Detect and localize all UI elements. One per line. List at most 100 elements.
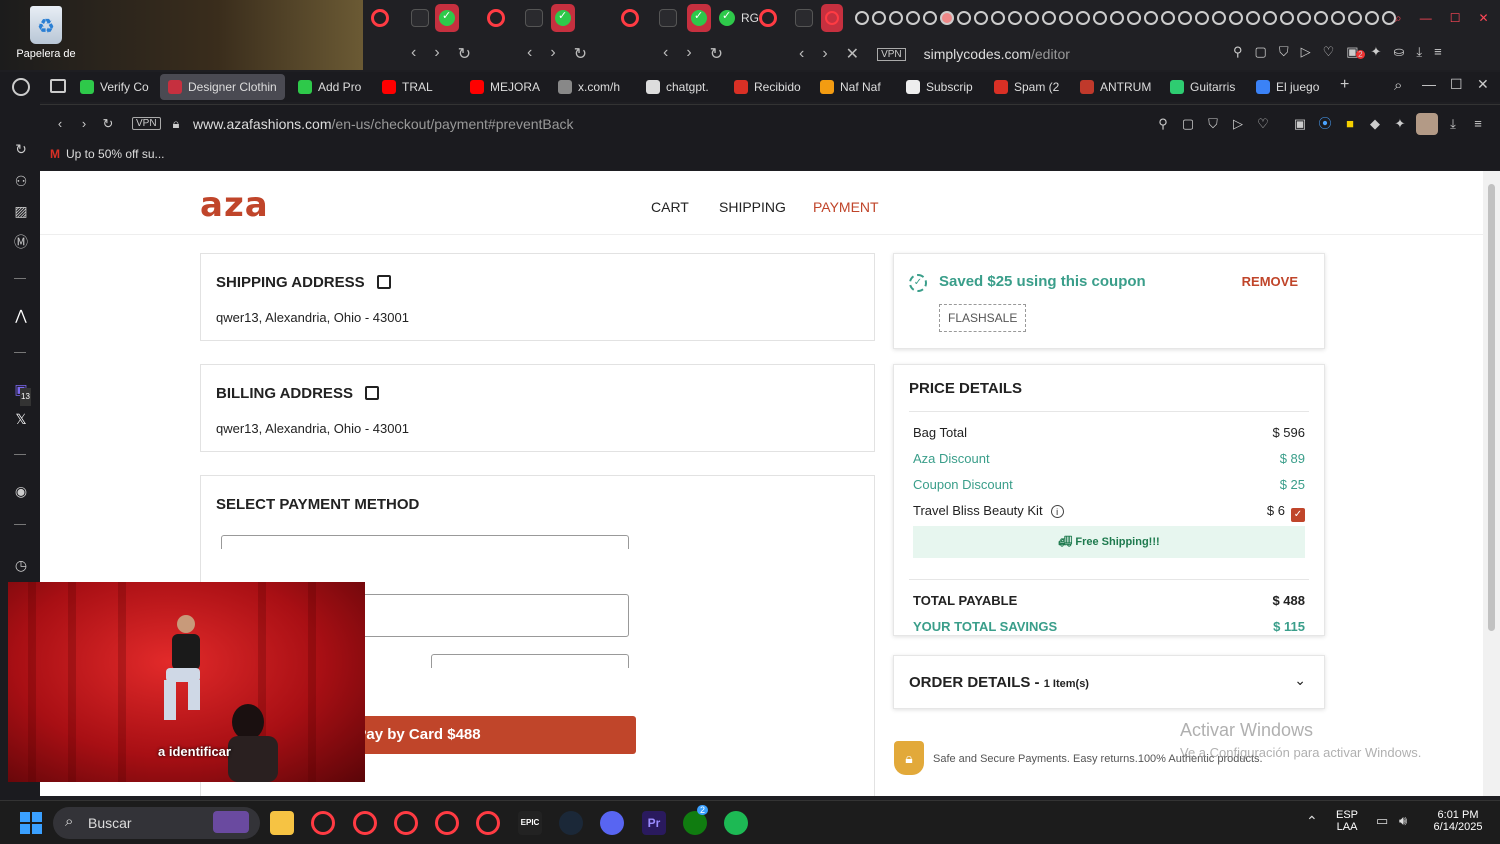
tab-7[interactable]: Recibido <box>734 74 801 100</box>
snapshot-icon[interactable]: ▢ <box>1180 116 1196 132</box>
address-field[interactable]: www.azafashions.com/en-us/checkout/payme… <box>193 116 574 132</box>
sidebar-teams-icon[interactable]: ▣13 <box>12 380 31 406</box>
favorites-heart-icon[interactable]: ♡ <box>1255 116 1271 132</box>
back-pin-icon[interactable]: ⚲ <box>1233 44 1243 60</box>
back-tab-verify-2[interactable] <box>551 4 575 32</box>
file-explorer-icon[interactable] <box>270 811 294 835</box>
back-tab-loading[interactable] <box>821 4 843 32</box>
start-button[interactable] <box>20 812 42 834</box>
tab-0[interactable]: Verify Co <box>80 74 149 100</box>
discord-icon[interactable] <box>600 811 624 835</box>
back-vpn-badge[interactable]: VPN <box>877 47 906 61</box>
tab-5[interactable]: x.com/h <box>558 74 620 100</box>
back-snapshot-icon[interactable]: ▢ <box>1255 44 1267 60</box>
reload-icon[interactable]: ↻ <box>100 116 116 132</box>
tab-2[interactable]: Add Pro <box>298 74 361 100</box>
back-opera-icon[interactable] <box>371 4 389 32</box>
sidebar-workspace-icon[interactable]: ▨ <box>12 202 30 220</box>
back-stop-icon[interactable]: ✕ <box>846 44 859 64</box>
order-details-card[interactable]: ORDER DETAILS - 1 Item(s) ⌄ <box>893 655 1325 709</box>
opera-taskbar-icon-5[interactable] <box>476 811 500 835</box>
opera-taskbar-icon-4[interactable] <box>435 811 459 835</box>
network-icon[interactable]: ▭ <box>1376 813 1388 829</box>
sidebar-a-icon[interactable]: ⋀ <box>12 306 30 324</box>
clock[interactable]: 6:01 PM 6/14/2025 <box>1426 809 1490 833</box>
lock-icon[interactable]: 🔒︎ <box>168 116 184 132</box>
new-tab-icon[interactable]: + <box>1340 76 1349 94</box>
back-extensions-icon[interactable]: ✦ <box>1371 44 1382 60</box>
card-number-input[interactable] <box>221 535 629 549</box>
tab-12[interactable]: Guitarris <box>1170 74 1235 100</box>
maximize-icon[interactable]: ☐ <box>1450 76 1463 93</box>
extension-4-icon[interactable]: ◆ <box>1367 116 1383 132</box>
remove-coupon-button[interactable]: REMOVE <box>1242 274 1298 289</box>
back-play-icon[interactable]: ▷ <box>1301 44 1311 60</box>
back-address[interactable]: simplycodes.com/editor <box>924 46 1070 62</box>
opera-taskbar-icon-2[interactable] <box>353 811 377 835</box>
back-download-icon[interactable]: ⤓ <box>1416 44 1422 60</box>
extension-1-icon[interactable]: ▣ <box>1292 116 1308 132</box>
back-opera-icon-2[interactable] <box>487 4 505 32</box>
extensions-puzzle-icon[interactable]: ✦ <box>1392 116 1408 132</box>
info-icon[interactable]: i <box>1050 505 1064 518</box>
adblock-shield-icon[interactable]: ⛉ <box>1205 116 1221 132</box>
edit-shipping-icon[interactable] <box>376 275 391 289</box>
tab-1[interactable]: Designer Clothin <box>160 74 285 100</box>
sidebar-x-icon[interactable]: 𝕏 <box>12 410 30 428</box>
download-icon[interactable]: ⤓ <box>1445 116 1461 132</box>
back-tab-rg[interactable]: RG <box>719 4 759 32</box>
tab-9[interactable]: Subscrip <box>906 74 973 100</box>
sidebar-history-icon[interactable]: ↻ <box>12 140 30 158</box>
chevron-down-icon[interactable]: ⌄ <box>1294 672 1306 689</box>
back-reload-icon[interactable]: ↻ <box>458 44 471 64</box>
back-opera-icon-3[interactable] <box>621 4 639 32</box>
premiere-icon[interactable]: Pr <box>642 811 666 835</box>
picture-in-picture-video[interactable]: a identificar <box>8 582 365 782</box>
back-search-icon[interactable]: ⌕ <box>1395 11 1402 26</box>
forward-icon[interactable]: › <box>76 116 92 132</box>
back-forward-icon[interactable]: › <box>434 44 439 64</box>
pin-icon[interactable]: ⚲ <box>1155 116 1171 132</box>
back-close-icon[interactable]: ✕ <box>1479 11 1489 25</box>
back-icon[interactable]: ‹ <box>52 116 68 132</box>
back-gx-icon[interactable] <box>411 4 429 32</box>
back-notifications-icon[interactable]: ▣ 2 <box>1346 44 1365 60</box>
spotify-icon[interactable] <box>724 811 748 835</box>
bookmark-item[interactable]: M Up to 50% off su... <box>50 147 165 161</box>
back-reload-icon-3[interactable]: ↻ <box>710 44 723 64</box>
back-maximize-icon[interactable]: ☐ <box>1450 11 1461 25</box>
background-browser-window[interactable]: RG ⌕ — ☐ ✕ ‹ › ↻ ‹ › ↻ ‹ › ↻ ‹ <box>363 0 1500 70</box>
back-tab-verify[interactable] <box>435 4 459 32</box>
step-cart[interactable]: CART <box>651 199 689 215</box>
back-back-icon[interactable]: ‹ <box>411 44 416 64</box>
opera-taskbar-icon[interactable] <box>311 811 335 835</box>
language-indicator[interactable]: ESP LAA <box>1336 809 1358 833</box>
back-back-icon-2[interactable]: ‹ <box>527 44 532 64</box>
taskbar-search[interactable]: ⌕ Buscar <box>53 807 260 839</box>
extension-3-icon[interactable]: ■ <box>1342 116 1358 132</box>
sidebar-aria-icon[interactable]: ⚇ <box>12 172 30 190</box>
back-tab-strip-icons[interactable] <box>855 4 1396 32</box>
back-wallet-icon[interactable]: ⛀ <box>1393 44 1404 60</box>
back-gx-icon-4[interactable] <box>795 4 813 32</box>
sidebar-m-icon[interactable]: Ⓜ <box>12 233 30 251</box>
back-minimize-icon[interactable]: — <box>1420 11 1432 25</box>
back-forward-icon-2[interactable]: › <box>550 44 555 64</box>
opera-menu-icon[interactable] <box>12 78 30 96</box>
extension-2-icon[interactable]: ⦿ <box>1317 116 1333 132</box>
profile-avatar[interactable] <box>1416 113 1438 135</box>
tray-chevron-up-icon[interactable]: ⌃ <box>1306 813 1318 830</box>
sidebar-clock-icon[interactable]: ◷ <box>12 556 30 574</box>
tab-search-icon[interactable]: ⌕ <box>1394 77 1402 94</box>
tab-4[interactable]: MEJORA <box>470 74 540 100</box>
step-shipping[interactable]: SHIPPING <box>719 199 786 215</box>
back-forward-icon-4[interactable]: › <box>822 45 827 63</box>
back-forward-icon-3[interactable]: › <box>686 44 691 64</box>
recycle-bin[interactable]: Papelera de <box>16 6 76 60</box>
back-opera-icon-4[interactable] <box>759 4 777 32</box>
tab-overview-icon[interactable] <box>50 79 66 93</box>
easy-setup-menu-icon[interactable]: ≡ <box>1470 116 1486 132</box>
xbox-icon[interactable]: 2 <box>683 805 709 835</box>
tab-8[interactable]: Naf Naf <box>820 74 881 100</box>
back-reload-icon-2[interactable]: ↻ <box>574 44 587 64</box>
